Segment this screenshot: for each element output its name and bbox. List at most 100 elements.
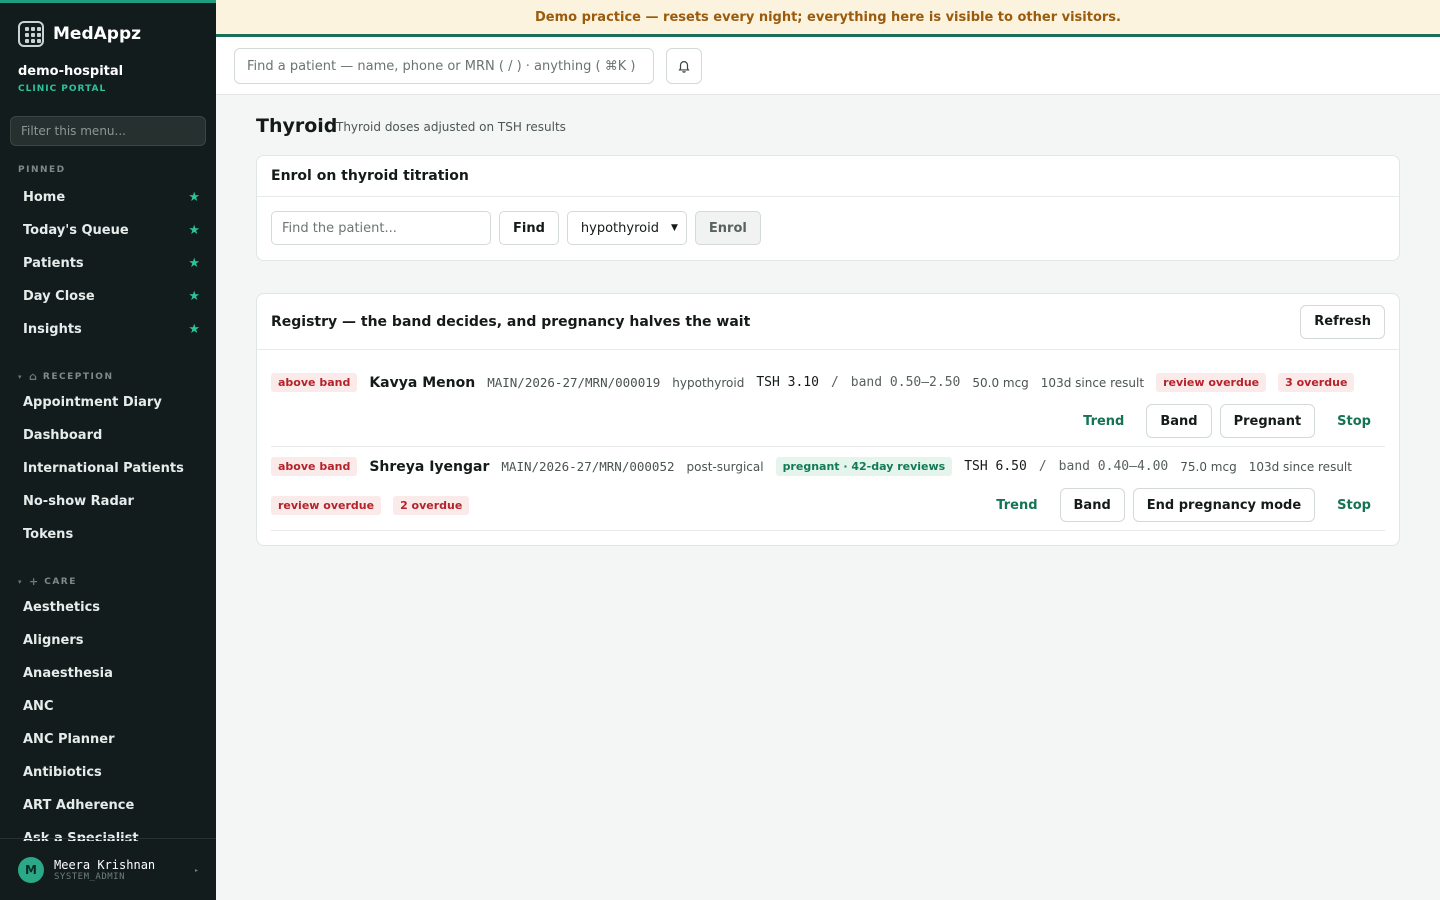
sidebar-item-label: Dashboard xyxy=(23,427,103,443)
plus-icon: + xyxy=(29,575,39,588)
chevron-down-icon: ▼ xyxy=(670,223,678,233)
chevron-down-icon: ▾ xyxy=(18,577,24,586)
registry-card: Registry — the band decides, and pregnan… xyxy=(256,293,1400,546)
sidebar-item-label: Home xyxy=(23,189,66,205)
enrol-button[interactable]: Enrol xyxy=(694,211,761,245)
sidebar-item-anc[interactable]: ANC xyxy=(10,691,208,721)
star-icon[interactable]: ★ xyxy=(188,190,200,205)
registry-header: Registry — the band decides, and pregnan… xyxy=(257,294,1399,350)
sidebar-item-aesthetics[interactable]: Aesthetics xyxy=(10,592,208,622)
condition: post-surgical xyxy=(686,459,764,474)
stop-button[interactable]: Stop xyxy=(1323,404,1385,438)
patient-name[interactable]: Kavya Menon xyxy=(369,375,475,391)
sidebar-item-anc-planner[interactable]: ANC Planner xyxy=(10,724,208,754)
sidebar-item-label: Appointment Diary xyxy=(23,394,162,410)
registry-row-badges: review overdue 2 overdue xyxy=(271,496,470,515)
sidebar-item-no-show-radar[interactable]: No-show Radar xyxy=(10,486,208,516)
registry-title: Registry — the band decides, and pregnan… xyxy=(271,313,751,330)
sidebar-nav[interactable]: PINNED Home ★ Today's Queue ★ Patients ★… xyxy=(0,153,216,841)
sidebar: MedAppz demo-hospital CLINIC PORTAL PINN… xyxy=(0,0,216,900)
sidebar-item-art-adherence[interactable]: ART Adherence xyxy=(10,790,208,820)
condition-select[interactable]: hypothyroid ▼ xyxy=(566,211,687,245)
menu-filter-input[interactable] xyxy=(10,116,206,146)
band-button[interactable]: Band xyxy=(1146,404,1212,438)
sidebar-item-anaesthesia[interactable]: Anaesthesia xyxy=(10,658,208,688)
dose: 75.0 mcg xyxy=(1180,459,1237,474)
page-subtitle: Thyroid doses adjusted on TSH results xyxy=(336,120,566,134)
pregnancy-badge: pregnant · 42-day reviews xyxy=(775,457,953,476)
chevron-down-icon: ▾ xyxy=(18,372,24,381)
trend-button[interactable]: Trend xyxy=(982,488,1051,522)
dose: 50.0 mcg xyxy=(972,375,1029,390)
sidebar-item-label: Aligners xyxy=(23,632,84,648)
sidebar-item-home[interactable]: Home ★ xyxy=(10,182,208,212)
section-care[interactable]: ▾ + CARE xyxy=(18,575,77,588)
tsh-value: TSH 6.50 xyxy=(964,459,1027,474)
refresh-button[interactable]: Refresh xyxy=(1300,304,1385,339)
brand[interactable]: MedAppz xyxy=(18,21,141,47)
trend-button[interactable]: Trend xyxy=(1069,404,1138,438)
sidebar-item-dashboard[interactable]: Dashboard xyxy=(10,420,208,450)
condition-select-value: hypothyroid xyxy=(580,220,659,236)
section-pinned: PINNED xyxy=(18,165,66,175)
sidebar-item-patients[interactable]: Patients ★ xyxy=(10,248,208,278)
separator: / xyxy=(1038,459,1047,474)
patient-mrn: MAIN/2026-27/MRN/000052 xyxy=(501,459,675,474)
sidebar-item-label: Patients xyxy=(23,255,84,271)
end-pregnancy-mode-button[interactable]: End pregnancy mode xyxy=(1132,488,1316,522)
app-logo-icon xyxy=(18,21,44,47)
star-icon[interactable]: ★ xyxy=(188,289,200,304)
sidebar-item-antibiotics[interactable]: Antibiotics xyxy=(10,757,208,787)
sidebar-item-label: Anaesthesia xyxy=(23,665,113,681)
overdue-count-badge: 3 overdue xyxy=(1278,373,1355,392)
tsh-value: TSH 3.10 xyxy=(756,375,819,390)
page-title: Thyroid xyxy=(256,115,338,137)
bell-icon xyxy=(678,61,690,73)
star-icon[interactable]: ★ xyxy=(188,223,200,238)
review-overdue-badge: review overdue xyxy=(1156,373,1267,392)
band-button[interactable]: Band xyxy=(1059,488,1125,522)
band-range: band 0.50–2.50 xyxy=(850,375,961,390)
sidebar-item-label: ART Adherence xyxy=(23,797,135,813)
sidebar-item-todays-queue[interactable]: Today's Queue ★ xyxy=(10,215,208,245)
sidebar-item-label: ANC xyxy=(23,698,54,714)
pregnant-button[interactable]: Pregnant xyxy=(1219,404,1316,438)
registry-row-details: above band Shreya Iyengar MAIN/2026-27/M… xyxy=(271,457,1352,476)
star-icon[interactable]: ★ xyxy=(188,256,200,271)
sidebar-item-label: Today's Queue xyxy=(23,222,129,238)
org-name: demo-hospital xyxy=(18,64,124,79)
sidebar-item-tokens[interactable]: Tokens xyxy=(10,519,208,549)
patient-mrn: MAIN/2026-27/MRN/000019 xyxy=(487,375,661,390)
sidebar-item-label: ANC Planner xyxy=(23,731,115,747)
patient-name[interactable]: Shreya Iyengar xyxy=(369,459,489,475)
sidebar-item-insights[interactable]: Insights ★ xyxy=(10,314,208,344)
sidebar-item-aligners[interactable]: Aligners xyxy=(10,625,208,655)
sidebar-item-label: Antibiotics xyxy=(23,764,102,780)
sidebar-item-day-close[interactable]: Day Close ★ xyxy=(10,281,208,311)
chevron-icon: ▸ xyxy=(194,867,198,874)
status-badge: above band xyxy=(271,457,358,476)
sidebar-item-appointment-diary[interactable]: Appointment Diary xyxy=(10,387,208,417)
notifications-button[interactable] xyxy=(666,48,702,84)
brand-name: MedAppz xyxy=(53,24,142,44)
demo-banner: Demo practice — resets every night; ever… xyxy=(216,0,1440,37)
registry-row: above band Kavya Menon MAIN/2026-27/MRN/… xyxy=(271,350,1385,447)
section-reception[interactable]: ▾ ⌂ RECEPTION xyxy=(18,370,114,383)
sidebar-item-label: Aesthetics xyxy=(23,599,101,615)
user-menu[interactable]: M Meera Krishnan SYSTEM_ADMIN ▸ xyxy=(0,838,216,900)
registry-row: above band Shreya Iyengar MAIN/2026-27/M… xyxy=(271,447,1385,531)
user-role: SYSTEM_ADMIN xyxy=(54,871,126,882)
stop-button[interactable]: Stop xyxy=(1323,488,1385,522)
global-search-input[interactable] xyxy=(234,48,654,84)
topbar xyxy=(216,37,1440,95)
patient-search-input[interactable] xyxy=(271,211,491,245)
status-badge: above band xyxy=(271,373,358,392)
star-icon[interactable]: ★ xyxy=(188,322,200,337)
sidebar-item-international-patients[interactable]: International Patients xyxy=(10,453,208,483)
row-actions: Trend Band Pregnant Stop xyxy=(1069,404,1385,438)
days-since-result: 103d since result xyxy=(1248,459,1352,474)
enrol-card-title: Enrol on thyroid titration xyxy=(257,156,1399,197)
row-actions: Trend Band End pregnancy mode Stop xyxy=(982,488,1385,522)
review-overdue-badge: review overdue xyxy=(271,496,382,515)
find-button[interactable]: Find xyxy=(499,211,559,245)
